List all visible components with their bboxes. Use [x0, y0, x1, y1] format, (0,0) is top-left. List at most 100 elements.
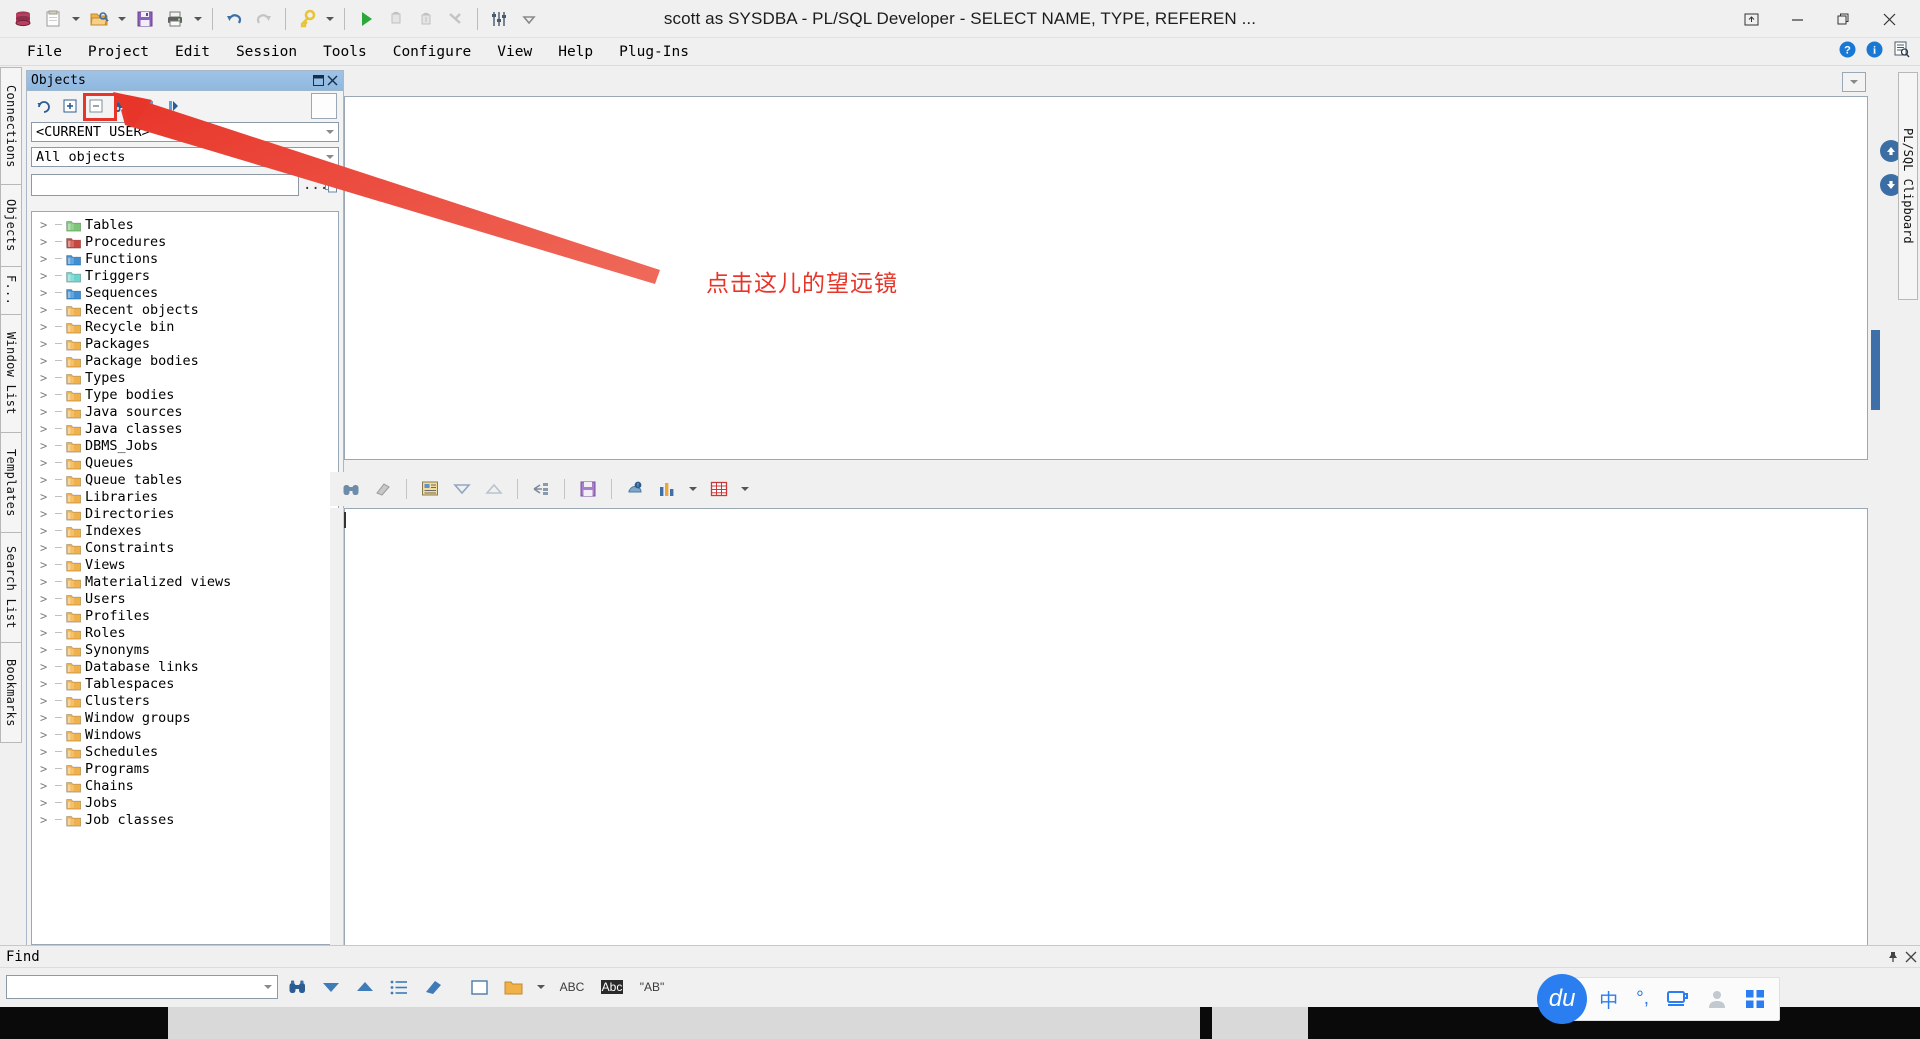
- objects-tree-item[interactable]: > Roles: [32, 624, 338, 641]
- objects-browse-button[interactable]: ...: [303, 177, 328, 193]
- chevron-right-icon[interactable]: >: [40, 218, 51, 232]
- chevron-right-icon[interactable]: >: [40, 388, 51, 402]
- execute-icon[interactable]: [351, 4, 381, 34]
- match-case-icon[interactable]: Abc: [594, 973, 630, 1001]
- objects-tree-item[interactable]: > Clusters: [32, 692, 338, 709]
- toolbar-overflow-icon[interactable]: [514, 4, 544, 34]
- chevron-right-icon[interactable]: >: [40, 405, 51, 419]
- chevron-right-icon[interactable]: >: [40, 456, 51, 470]
- menu-project[interactable]: Project: [75, 41, 162, 63]
- objects-tree-item[interactable]: > Java classes: [32, 420, 338, 437]
- ime-punctuation-icon[interactable]: °,: [1636, 988, 1649, 1010]
- chevron-right-icon[interactable]: >: [40, 269, 51, 283]
- sidebar-tab-templates[interactable]: Templates: [0, 433, 22, 533]
- whole-word-icon[interactable]: ABC: [554, 973, 590, 1001]
- sidebar-tab-bookmarks[interactable]: Bookmarks: [0, 643, 22, 743]
- edit-data-icon[interactable]: [415, 475, 445, 503]
- objects-tree-item[interactable]: > Triggers: [32, 267, 338, 284]
- objects-tree-item[interactable]: > Package bodies: [32, 352, 338, 369]
- filter-up-icon[interactable]: [479, 475, 509, 503]
- ime-language-icon[interactable]: 中: [1599, 986, 1618, 1013]
- chevron-right-icon[interactable]: >: [40, 252, 51, 266]
- chevron-right-icon[interactable]: >: [40, 507, 51, 521]
- objects-tree-item[interactable]: > Packages: [32, 335, 338, 352]
- print-icon[interactable]: [160, 4, 190, 34]
- chevron-right-icon[interactable]: >: [40, 371, 51, 385]
- results-grid[interactable]: [344, 508, 1868, 951]
- menu-session[interactable]: Session: [223, 41, 310, 63]
- filter-down-icon[interactable]: [447, 475, 477, 503]
- chevron-right-icon[interactable]: >: [40, 779, 51, 793]
- objects-tree-item[interactable]: > Directories: [32, 505, 338, 522]
- objects-tree-item[interactable]: > Programs: [32, 760, 338, 777]
- objects-tree-item[interactable]: > Recent objects: [32, 301, 338, 318]
- new-file-dropdown[interactable]: [68, 4, 84, 34]
- objects-search-input[interactable]: [31, 174, 299, 196]
- objects-tree-item[interactable]: > Tables: [32, 216, 338, 233]
- objects-tree-item[interactable]: > Chains: [32, 777, 338, 794]
- regex-icon[interactable]: "AB": [634, 973, 670, 1001]
- print-dropdown[interactable]: [190, 4, 206, 34]
- find-search-input[interactable]: [6, 975, 278, 999]
- find-folder-dropdown-icon[interactable]: [532, 973, 550, 1001]
- close-find-button[interactable]: [1902, 948, 1920, 966]
- find-binoculars-icon[interactable]: [282, 973, 312, 1001]
- restore-up-button[interactable]: [1728, 0, 1774, 38]
- objects-extra-button[interactable]: [311, 93, 337, 119]
- objects-tree-item[interactable]: > Job classes: [32, 811, 338, 828]
- sql-editor-pane[interactable]: [344, 96, 1868, 460]
- save-icon[interactable]: [130, 4, 160, 34]
- objects-tree-item[interactable]: > Users: [32, 590, 338, 607]
- find-in-results-icon[interactable]: [336, 475, 366, 503]
- export-icon[interactable]: [526, 475, 556, 503]
- chevron-right-icon[interactable]: >: [40, 473, 51, 487]
- objects-tree-item[interactable]: > Constraints: [32, 539, 338, 556]
- objects-tree-item[interactable]: > Materialized views: [32, 573, 338, 590]
- menu-configure[interactable]: Configure: [380, 41, 485, 63]
- find-folder-icon[interactable]: [498, 973, 528, 1001]
- sidebar-tab-files[interactable]: F...: [0, 267, 22, 315]
- clear-icon[interactable]: [368, 475, 398, 503]
- rollback-icon[interactable]: [411, 4, 441, 34]
- objects-tree-item[interactable]: > Libraries: [32, 488, 338, 505]
- objects-tree-item[interactable]: > Views: [32, 556, 338, 573]
- chevron-right-icon[interactable]: >: [40, 609, 51, 623]
- expand-all-icon[interactable]: [59, 95, 81, 117]
- close-panel-button[interactable]: [325, 74, 339, 88]
- pin-button[interactable]: [1884, 948, 1902, 966]
- objects-tree-item[interactable]: > Profiles: [32, 607, 338, 624]
- preferences-icon[interactable]: [484, 4, 514, 34]
- chevron-right-icon[interactable]: >: [40, 711, 51, 725]
- sidebar-tab-window-list[interactable]: Window List: [0, 315, 22, 433]
- objects-tree-item[interactable]: > Jobs: [32, 794, 338, 811]
- chevron-right-icon[interactable]: >: [40, 745, 51, 759]
- object-filter-selector[interactable]: All objects: [31, 147, 339, 167]
- objects-tree-item[interactable]: > Types: [32, 369, 338, 386]
- ime-logo[interactable]: du: [1537, 974, 1588, 1024]
- find-scope-icon[interactable]: [464, 973, 494, 1001]
- chevron-right-icon[interactable]: >: [40, 439, 51, 453]
- chevron-right-icon[interactable]: >: [40, 541, 51, 555]
- copy-icon[interactable]: [323, 176, 339, 194]
- grid-dropdown-icon[interactable]: [736, 475, 754, 503]
- objects-tree-item[interactable]: > Functions: [32, 250, 338, 267]
- objects-tree-item[interactable]: > Synonyms: [32, 641, 338, 658]
- refresh-icon[interactable]: [33, 95, 55, 117]
- minimize-button[interactable]: [1774, 0, 1820, 38]
- editor-scrollbar-thumb[interactable]: [1871, 330, 1880, 410]
- chevron-right-icon[interactable]: >: [40, 320, 51, 334]
- chart-icon[interactable]: [652, 475, 682, 503]
- editor-dropdown-button[interactable]: [1842, 72, 1866, 92]
- chevron-right-icon[interactable]: >: [40, 235, 51, 249]
- menu-file[interactable]: File: [14, 41, 75, 63]
- chevron-right-icon[interactable]: >: [40, 286, 51, 300]
- objects-tree-item[interactable]: > Sequences: [32, 284, 338, 301]
- key-dropdown[interactable]: [322, 4, 338, 34]
- grid-icon[interactable]: [704, 475, 734, 503]
- redo-icon[interactable]: [249, 4, 279, 34]
- objects-tree-item[interactable]: > Queues: [32, 454, 338, 471]
- open-folder-dropdown[interactable]: [114, 4, 130, 34]
- ime-keyboard-icon[interactable]: [1667, 989, 1689, 1009]
- save-results-icon[interactable]: [573, 475, 603, 503]
- chevron-right-icon[interactable]: >: [40, 592, 51, 606]
